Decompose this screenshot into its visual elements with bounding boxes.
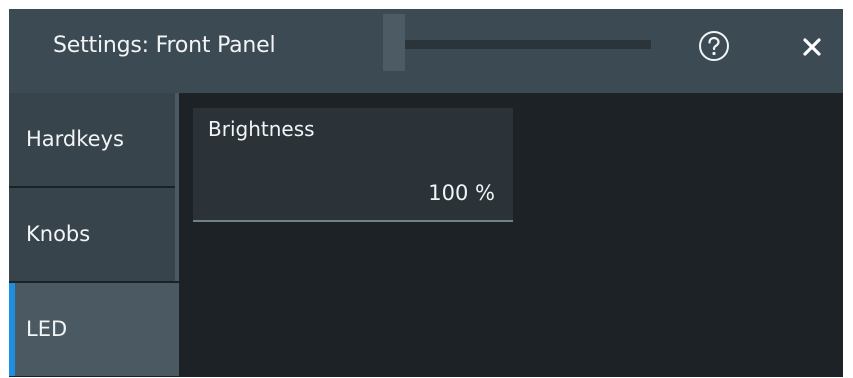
close-icon[interactable] xyxy=(802,37,822,57)
dialog-title: Settings: Front Panel xyxy=(53,33,276,58)
scrollbar-thumb[interactable] xyxy=(383,14,405,71)
nav-item-knobs[interactable]: Knobs xyxy=(9,188,175,281)
brightness-label: Brightness xyxy=(208,117,315,141)
settings-dialog: Settings: Front Panel Hardkeys Knobs LED xyxy=(9,9,843,377)
nav-item-label: LED xyxy=(26,317,68,341)
nav-item-hardkeys[interactable]: Hardkeys xyxy=(9,93,175,186)
brightness-field[interactable]: Brightness 100 % xyxy=(193,108,513,222)
nav-divider xyxy=(175,93,179,281)
nav-item-label: Hardkeys xyxy=(26,127,124,151)
field-underline xyxy=(193,220,513,222)
brightness-value: 100 % xyxy=(428,181,495,205)
scrollbar-track[interactable] xyxy=(383,40,651,49)
active-indicator xyxy=(9,283,15,376)
help-icon[interactable] xyxy=(698,30,730,62)
title-bar: Settings: Front Panel xyxy=(9,9,843,93)
nav-item-label: Knobs xyxy=(26,222,91,246)
help-icon-graphic xyxy=(699,31,729,61)
nav-item-led[interactable]: LED xyxy=(9,283,179,376)
side-nav: Hardkeys Knobs LED xyxy=(9,93,179,377)
close-icon-graphic xyxy=(803,38,821,56)
